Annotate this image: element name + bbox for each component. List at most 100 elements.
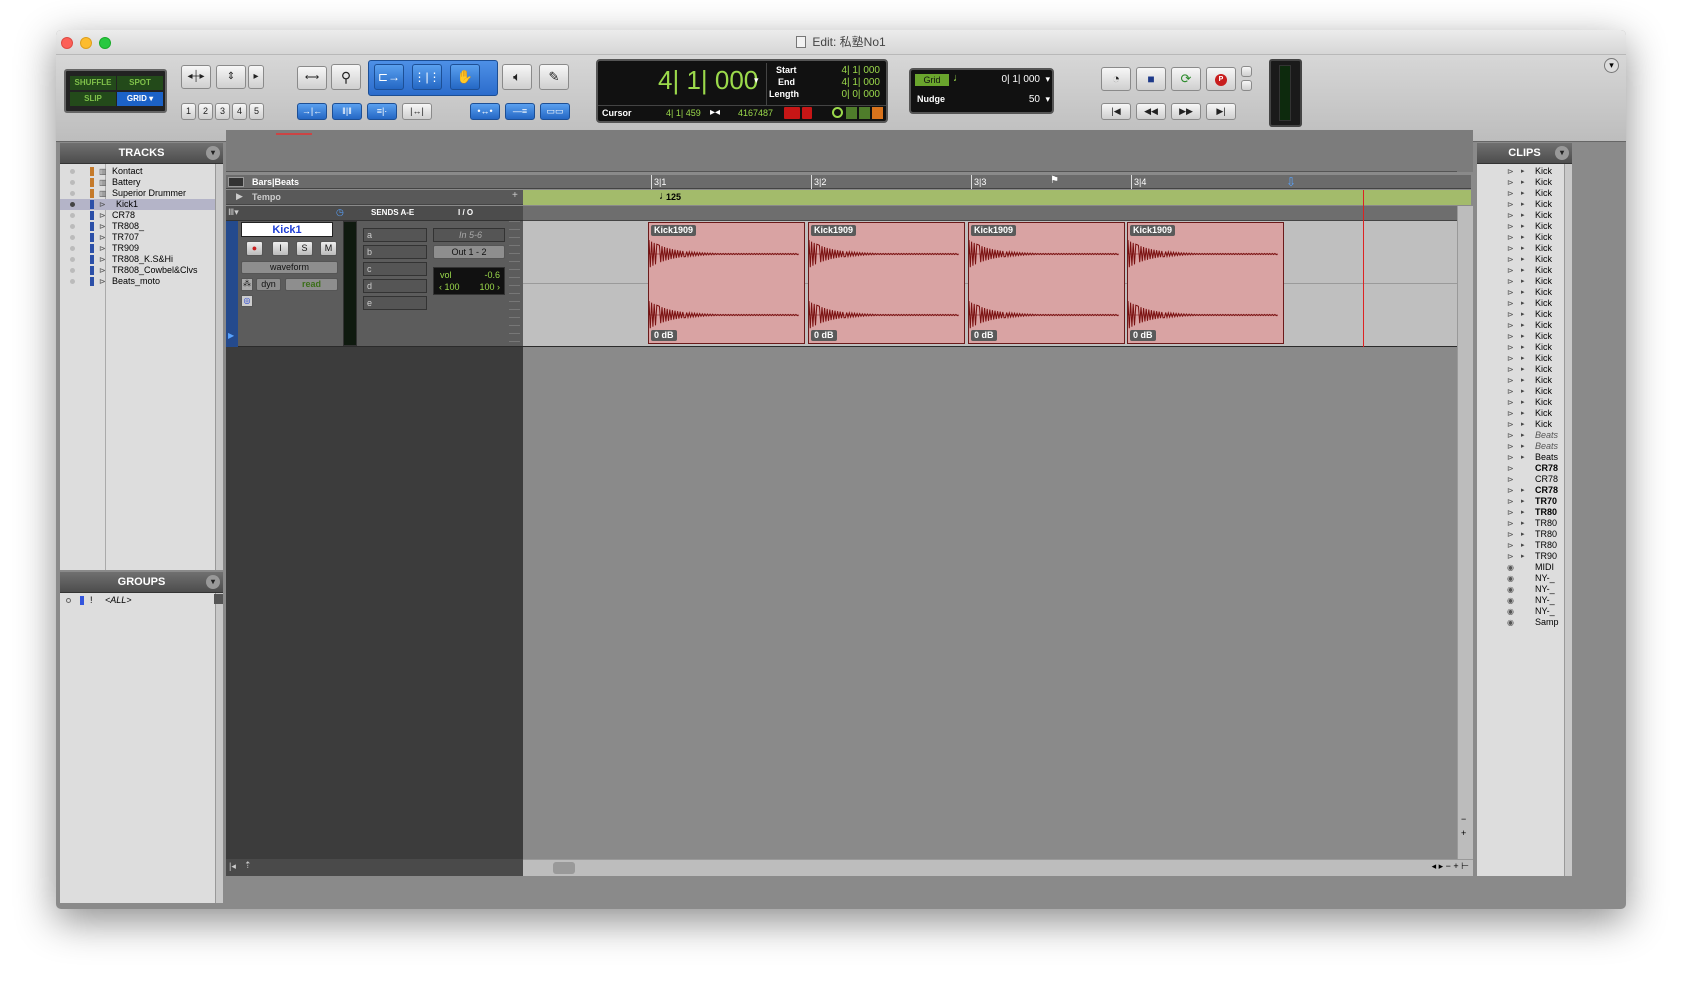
send-slot[interactable]: e [363, 296, 427, 310]
tempo-add-icon[interactable]: + [512, 190, 518, 201]
automation-follows-button[interactable]: —≡ [505, 103, 535, 120]
clip-expand-icon[interactable]: ▸ [1521, 353, 1525, 364]
clip-list-item[interactable]: ⊳ ▸ Kick [1477, 287, 1564, 298]
groups-panel-header[interactable]: GROUPS ▾ [60, 572, 223, 593]
clip-list-item[interactable]: ◉ Samp [1477, 617, 1564, 628]
selector-tool[interactable]: ⋮|⋮ [412, 64, 442, 90]
clip-list-item[interactable]: ⊳ ▸ Kick [1477, 210, 1564, 221]
nudge-value[interactable]: 50 [1029, 94, 1040, 105]
clip-list-item[interactable]: ⊳ ▸ TR80 [1477, 540, 1564, 551]
scroll-handle-icon[interactable] [509, 221, 520, 346]
midi-merge-icon[interactable] [872, 107, 883, 119]
scroll-to-start-icon[interactable]: |◂ [229, 861, 236, 872]
go-to-end-button[interactable]: ▶| [1206, 103, 1236, 120]
groups-menu-icon[interactable]: ▾ [206, 575, 220, 589]
clip-expand-icon[interactable]: ▸ [1521, 177, 1525, 188]
groups-sort-icon[interactable] [214, 594, 223, 604]
group-row[interactable]: ! <ALL> [60, 595, 223, 606]
clip-expand-icon[interactable]: ▸ [1521, 375, 1525, 386]
metronome-icon[interactable] [846, 107, 857, 119]
transport-expand-top-icon[interactable] [1241, 66, 1252, 77]
clip-expand-icon[interactable]: ▸ [1521, 320, 1525, 331]
clip-list-item[interactable]: ⊳ ▸ Kick [1477, 353, 1564, 364]
clips-panel-header[interactable]: CLIPS ▾ [1477, 143, 1572, 164]
track-visible-dot-icon[interactable] [70, 191, 75, 196]
clip-gain[interactable]: 0 dB [971, 330, 997, 341]
bars-beats-ruler[interactable]: Bars|Beats 3|1 3|2 3|3 3|4 ⇩ ⚑ [226, 175, 1471, 189]
spot-mode-button[interactable]: SPOT [117, 76, 163, 90]
return-to-zero-button[interactable]: |◀ [1101, 103, 1131, 120]
clips-menu-icon[interactable]: ▾ [1555, 146, 1569, 160]
counter-dropdown-icon[interactable]: ▾ [754, 75, 759, 86]
track-visible-dot-icon[interactable] [70, 246, 75, 251]
mute-button[interactable]: M [320, 241, 337, 256]
tempo-ruler[interactable]: ▶ Tempo + ♩ 125 [226, 190, 1471, 205]
clip-expand-icon[interactable]: ▸ [1521, 188, 1525, 199]
timeline-hscrollbar[interactable]: ◂ ▸ − + ⊢ [523, 859, 1473, 876]
clip-expand-icon[interactable]: ▸ [1521, 397, 1525, 408]
track-list-item[interactable]: ⊳ TR808_ [60, 221, 215, 232]
clip-expand-icon[interactable]: ▸ [1521, 265, 1525, 276]
online-button[interactable]: ◔ [1101, 67, 1131, 91]
clip-expand-icon[interactable]: ▸ [1521, 430, 1525, 441]
track-list-item[interactable]: ▥ Kontact [60, 166, 215, 177]
clip-list-item[interactable]: ◉ NY-_ [1477, 595, 1564, 606]
track-visible-dot-icon[interactable] [70, 235, 75, 240]
trim-tool[interactable]: ⊏→ [374, 64, 404, 90]
zoom-arrows-button[interactable]: ▸ [248, 65, 264, 89]
clip-expand-icon[interactable]: ▸ [1521, 529, 1525, 540]
clip-list-item[interactable]: ⊳ ▸ Beats [1477, 452, 1564, 463]
clip-list-item[interactable]: ⊳ ▸ Kick [1477, 243, 1564, 254]
track-list-item[interactable]: ⊳ TR909 [60, 243, 215, 254]
clip-expand-icon[interactable]: ▸ [1521, 166, 1525, 177]
record-mode-icon[interactable] [802, 107, 812, 119]
clip-expand-icon[interactable]: ▸ [1521, 309, 1525, 320]
clip-expand-icon[interactable]: ▸ [1521, 496, 1525, 507]
rewind-button[interactable]: ◀◀ [1136, 103, 1166, 120]
input-monitor-button[interactable]: I [272, 241, 289, 256]
clip-expand-icon[interactable]: ▸ [1521, 210, 1525, 221]
zoom-preset-5-button[interactable]: 5 [249, 103, 264, 120]
track-view-selector[interactable]: waveform [241, 261, 338, 274]
clip-gain[interactable]: 0 dB [1130, 330, 1156, 341]
clip-expand-icon[interactable]: ▸ [1521, 331, 1525, 342]
send-slot[interactable]: c [363, 262, 427, 276]
zoom-preset-1-button[interactable]: 1 [181, 103, 196, 120]
zoomer-trim-tool[interactable]: ⟷ [297, 66, 327, 90]
zoom-button[interactable] [99, 37, 111, 49]
clip-gain[interactable]: 0 dB [811, 330, 837, 341]
audio-clip[interactable]: Kick1909 0 dB [968, 222, 1125, 344]
upload-icon[interactable]: ⇡ [244, 860, 252, 871]
length-value[interactable]: 0| 0| 000 [841, 89, 880, 100]
pan-right[interactable]: 100 › [479, 282, 500, 292]
clip-expand-icon[interactable]: ▸ [1521, 540, 1525, 551]
track-visible-dot-icon[interactable] [70, 202, 75, 207]
elastic-icon[interactable]: ⁂ [241, 278, 253, 291]
clip-list-item[interactable]: ⊳ ▸ Kick [1477, 386, 1564, 397]
clip-list-item[interactable]: ⊳ ▸ Kick [1477, 397, 1564, 408]
timebase-icon[interactable]: ◎ [241, 295, 253, 307]
clip-list-item[interactable]: ⊳ ▸ Kick [1477, 254, 1564, 265]
clip-list-item[interactable]: ⊳ ▸ Kick [1477, 188, 1564, 199]
input-path[interactable]: In 5-6 [433, 228, 505, 242]
start-value[interactable]: 4| 1| 000 [841, 65, 880, 76]
track-list-item[interactable]: ▥ Battery [60, 177, 215, 188]
clip-gain[interactable]: 0 dB [651, 330, 677, 341]
clip-list-item[interactable]: ⊳ ▸ Kick [1477, 298, 1564, 309]
zoom-icon-minus[interactable]: + [1461, 828, 1466, 838]
clip-expand-icon[interactable]: ▸ [1521, 419, 1525, 430]
nudge-dropdown-icon[interactable]: ▾ [1045, 94, 1050, 105]
hscroll-thumb[interactable] [553, 862, 575, 874]
clip-list-item[interactable]: ◉ NY-_ [1477, 606, 1564, 617]
play-button[interactable]: ⟳ [1171, 67, 1201, 91]
solo-button[interactable]: S [296, 241, 313, 256]
clip-list-item[interactable]: ⊳ ▸ TR80 [1477, 518, 1564, 529]
column-view-icon[interactable]: Ⅲ▾ [228, 207, 239, 218]
clip-expand-icon[interactable]: ▸ [1521, 243, 1525, 254]
track-scroll-icon[interactable]: ▶ [228, 331, 234, 340]
clip-expand-icon[interactable]: ▸ [1521, 221, 1525, 232]
clip-expand-icon[interactable]: ▸ [1521, 276, 1525, 287]
hscroll-arrows-icon[interactable]: ◂ ▸ − + ⊢ [1432, 861, 1469, 872]
automation-mode-selector[interactable]: read [285, 278, 338, 291]
clip-expand-icon[interactable]: ▸ [1521, 364, 1525, 375]
